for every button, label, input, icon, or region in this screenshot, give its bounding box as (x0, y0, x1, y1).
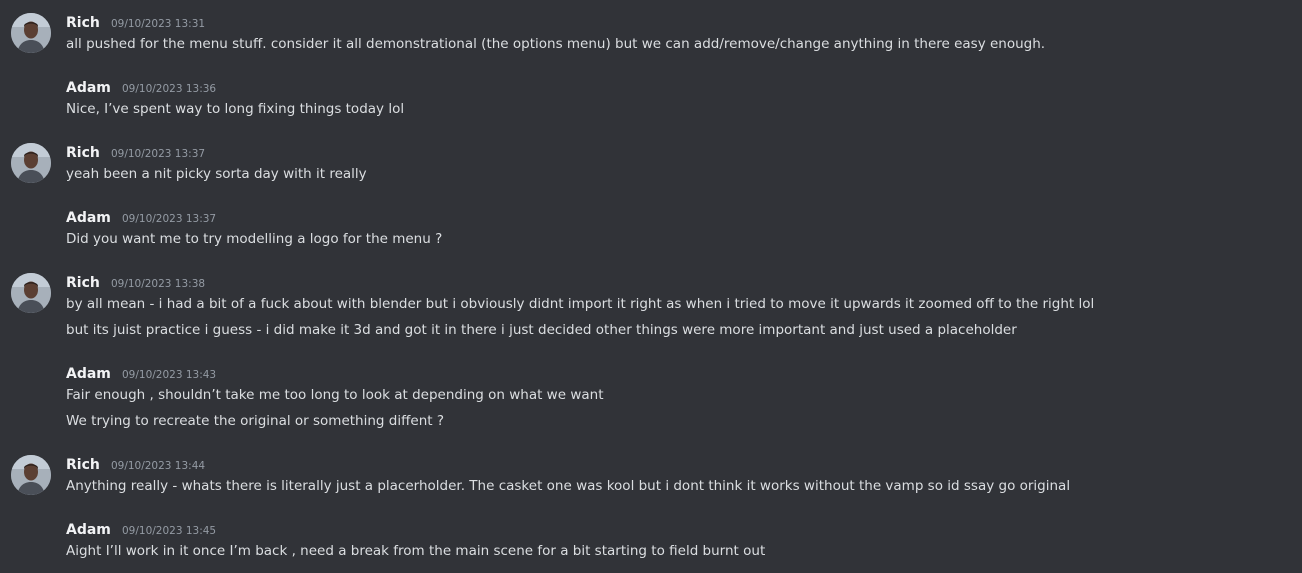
author-name[interactable]: Adam (66, 522, 111, 538)
author-name[interactable]: Rich (66, 145, 100, 161)
message-text: yeah been a nit picky sorta day with it … (66, 166, 367, 182)
chat-message-list: Rich 09/10/2023 13:31 all pushed for the… (0, 0, 1302, 573)
message-text: Aight I’ll work in it once I’m back , ne… (66, 543, 766, 559)
author-name[interactable]: Adam (66, 210, 111, 226)
message-text: all pushed for the menu stuff. consider … (66, 36, 1046, 52)
author-name[interactable]: Rich (66, 15, 100, 31)
user-photo-icon (11, 13, 51, 53)
timestamp: 09/10/2023 13:37 (110, 148, 206, 160)
message-text: We trying to recreate the original or so… (66, 413, 444, 429)
timestamp: 09/10/2023 13:44 (110, 460, 206, 472)
user-photo-icon (11, 143, 51, 183)
message-text: Did you want me to try modelling a logo … (66, 231, 443, 247)
avatar[interactable] (11, 455, 51, 495)
author-name[interactable]: Adam (66, 366, 111, 382)
timestamp: 09/10/2023 13:38 (110, 278, 206, 290)
avatar[interactable] (11, 273, 51, 313)
timestamp: 09/10/2023 13:45 (122, 525, 217, 537)
timestamp: 09/10/2023 13:31 (110, 18, 206, 30)
avatar[interactable] (11, 13, 51, 53)
timestamp: 09/10/2023 13:43 (122, 369, 217, 381)
message-text: by all mean - i had a bit of a fuck abou… (66, 296, 1095, 312)
user-photo-icon (11, 455, 51, 495)
user-photo-icon (11, 273, 51, 313)
message-text: Fair enough , shouldn’t take me too long… (66, 387, 604, 403)
author-name[interactable]: Rich (66, 275, 100, 291)
message-text: Nice, I’ve spent way to long fixing thin… (66, 101, 405, 117)
message-text: Anything really - whats there is literal… (66, 478, 1071, 494)
author-name[interactable]: Rich (66, 457, 100, 473)
timestamp: 09/10/2023 13:37 (122, 213, 217, 225)
avatar[interactable] (11, 143, 51, 183)
timestamp: 09/10/2023 13:36 (122, 83, 217, 95)
message-text: but its juist practice i guess - i did m… (66, 322, 1017, 338)
author-name[interactable]: Adam (66, 80, 111, 96)
